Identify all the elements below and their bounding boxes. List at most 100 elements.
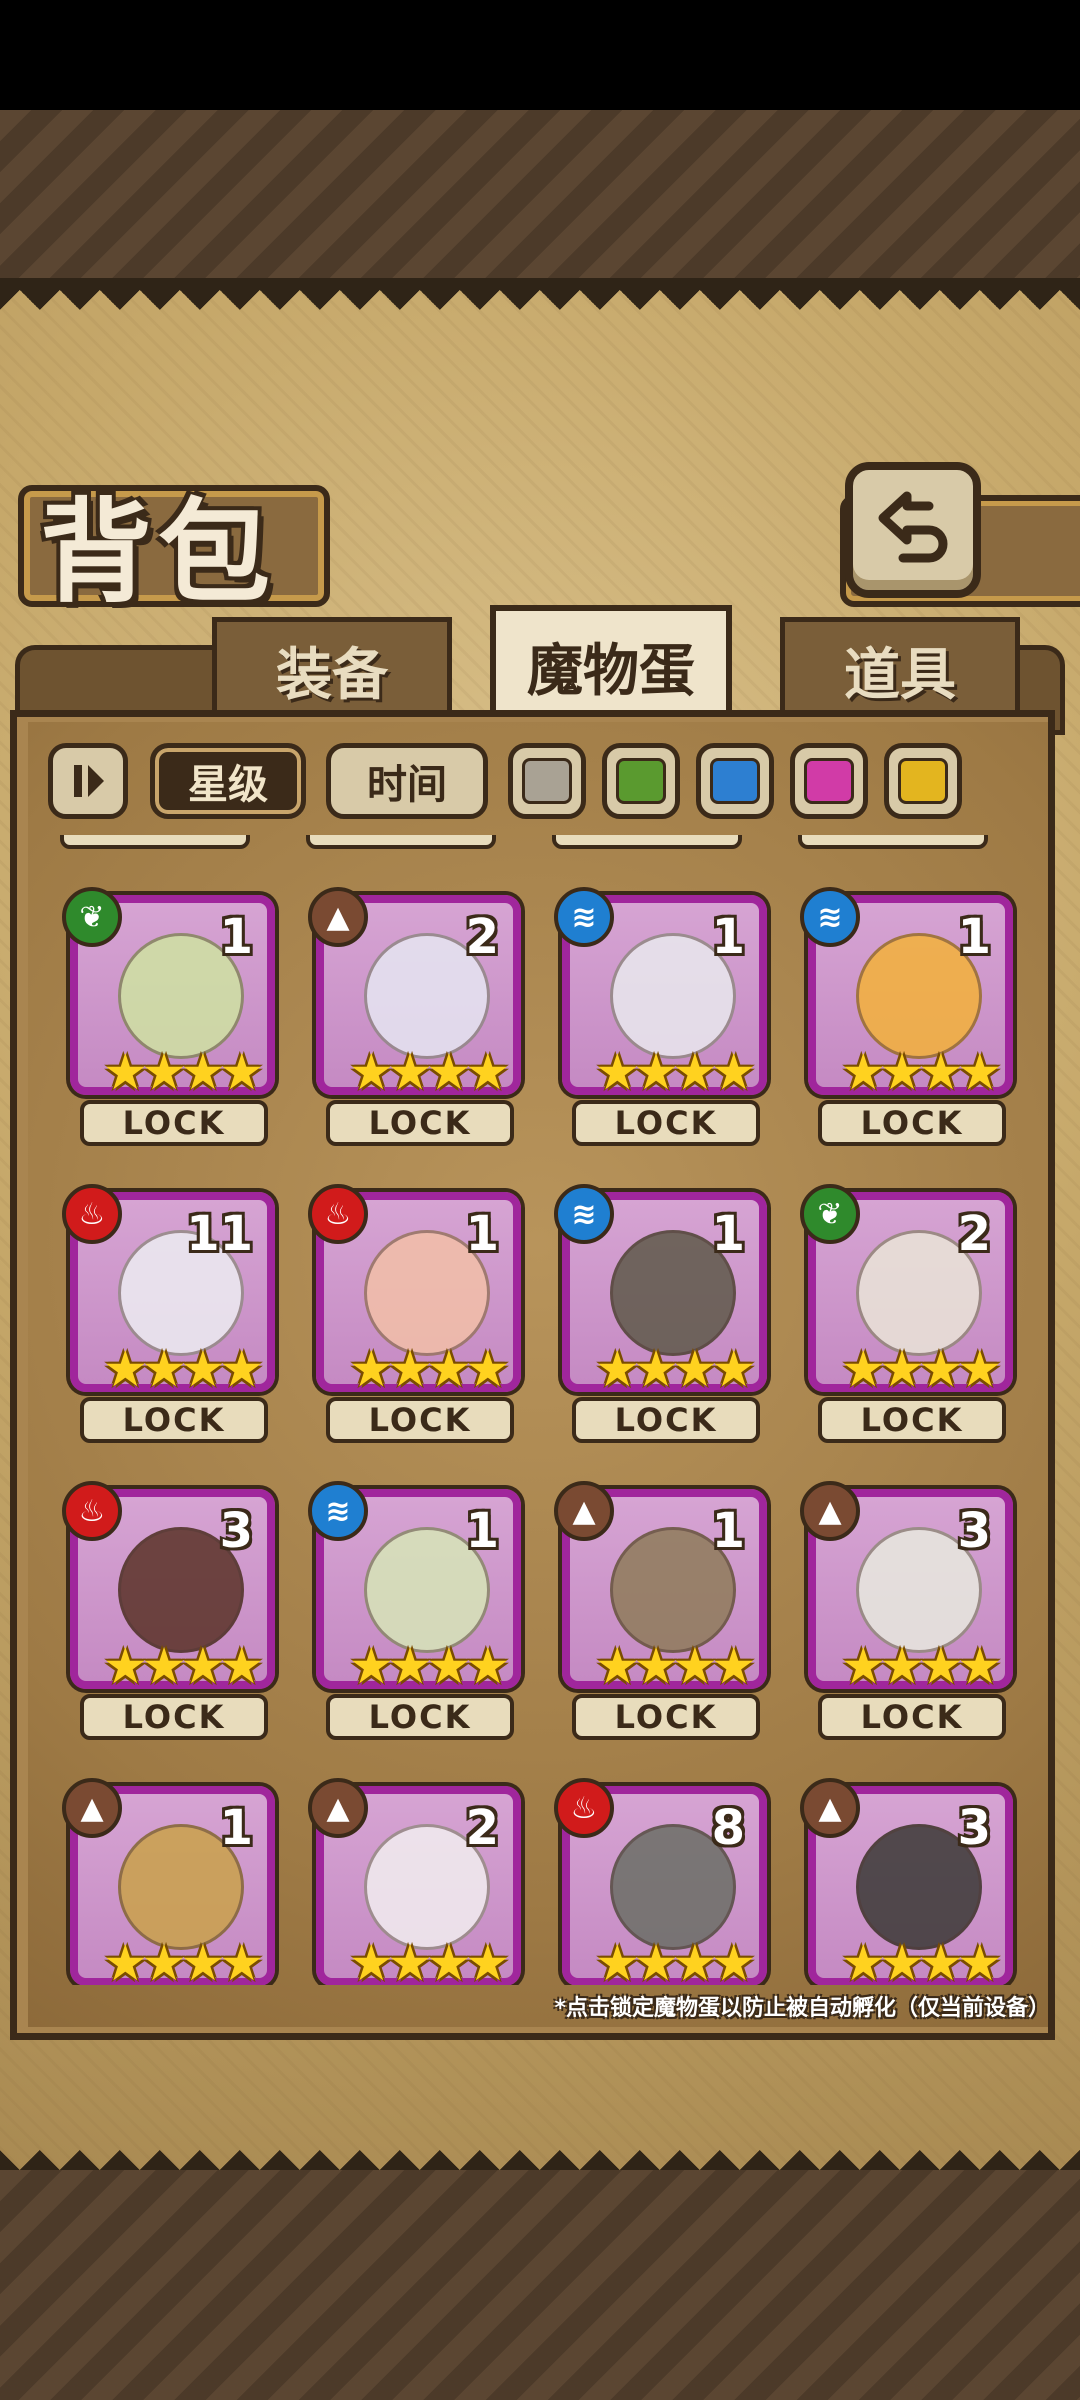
earth-element-icon: ▲: [800, 1481, 860, 1541]
zigzag-bottom-border: [0, 2130, 1080, 2170]
color-swatch: [522, 758, 572, 804]
egg-count: 1: [711, 909, 745, 965]
lock-button-partial[interactable]: [60, 835, 250, 849]
star-rating: ★★★★: [102, 1637, 264, 1695]
lock-button-partial[interactable]: [798, 835, 988, 849]
fire-element-icon: ♨: [308, 1184, 368, 1244]
egg-card[interactable]: 1 ★★★★ ≋ LOCK: [554, 1184, 767, 1443]
lock-button[interactable]: LOCK: [818, 1694, 1006, 1740]
back-button[interactable]: [845, 462, 981, 598]
star-rating: ★★★★: [594, 1934, 756, 1985]
star-rating: ★★★★: [840, 1340, 1002, 1398]
color-swatch: [804, 758, 854, 804]
star-rating: ★★★★: [348, 1340, 510, 1398]
color-swatch: [710, 758, 760, 804]
leaf-element-icon: ❦: [800, 1184, 860, 1244]
page-title: 背包: [40, 488, 276, 618]
egg-count: 1: [711, 1503, 745, 1559]
tab-items[interactable]: 道具: [780, 617, 1020, 718]
earth-element-icon: ▲: [308, 887, 368, 947]
hint-text: *点击锁定魔物蛋以防止被自动孵化（仅当前设备）: [554, 1996, 1050, 2021]
status-bar: [0, 0, 1080, 110]
water-element-icon: ≋: [554, 1184, 614, 1244]
lock-button-partial[interactable]: [552, 835, 742, 849]
egg-card[interactable]: 1 ★★★★ ▲ LOCK: [554, 1481, 767, 1740]
egg-card[interactable]: 1 ★★★★ ≋ LOCK: [554, 887, 767, 1146]
egg-card[interactable]: 8★★★★♨LOCK: [554, 1778, 767, 1985]
color-filter-button[interactable]: [602, 743, 680, 819]
lock-button[interactable]: LOCK: [572, 1397, 760, 1443]
sort-toggle-icon: [74, 765, 104, 797]
egg-count: 1: [711, 1206, 745, 1262]
color-filter-button[interactable]: [790, 743, 868, 819]
color-filter-button[interactable]: [696, 743, 774, 819]
egg-card[interactable]: 1 ★★★★ ♨ LOCK: [308, 1184, 521, 1443]
star-rating: ★★★★: [594, 1043, 756, 1101]
star-rating: ★★★★: [840, 1637, 1002, 1695]
star-rating: ★★★★: [102, 1340, 264, 1398]
egg-card[interactable]: 1 ★★★★ ❦ LOCK: [62, 887, 275, 1146]
egg-card[interactable]: 2★★★★▲LOCK: [308, 1778, 521, 1985]
lock-button[interactable]: LOCK: [80, 1694, 268, 1740]
top-decor-band: [0, 110, 1080, 290]
egg-card[interactable]: 3★★★★▲LOCK: [800, 1778, 1013, 1985]
egg-card[interactable]: 1 ★★★★ ≋ LOCK: [308, 1481, 521, 1740]
water-element-icon: ≋: [800, 887, 860, 947]
egg-count: 2: [465, 909, 499, 965]
egg-count: 1: [219, 909, 253, 965]
earth-element-icon: ▲: [62, 1778, 122, 1838]
egg-grid: 1 ★★★★ ❦ LOCK 2 ★★★★ ▲ LOCK 1 ★★★★ ≋ LOCK 1 ★★★★ ≋ LOCK…: [48, 835, 1028, 1985]
egg-count: 3: [219, 1503, 253, 1559]
earth-element-icon: ▲: [800, 1778, 860, 1838]
tab-monster-eggs[interactable]: 魔物蛋: [490, 605, 732, 721]
egg-card[interactable]: 3 ★★★★ ♨ LOCK: [62, 1481, 275, 1740]
color-swatch: [898, 758, 948, 804]
sort-by-time-button[interactable]: 时间: [326, 743, 488, 819]
lock-button[interactable]: LOCK: [80, 1100, 268, 1146]
egg-card[interactable]: 11 ★★★★ ♨ LOCK: [62, 1184, 275, 1443]
lock-button[interactable]: LOCK: [326, 1694, 514, 1740]
egg-count: 3: [957, 1800, 991, 1856]
lock-button[interactable]: LOCK: [818, 1397, 1006, 1443]
star-rating: ★★★★: [594, 1637, 756, 1695]
color-filter-button[interactable]: [508, 743, 586, 819]
egg-card[interactable]: 1 ★★★★ ≋ LOCK: [800, 887, 1013, 1146]
lock-button[interactable]: LOCK: [326, 1100, 514, 1146]
lock-button[interactable]: LOCK: [326, 1397, 514, 1443]
lock-button[interactable]: LOCK: [572, 1100, 760, 1146]
egg-card[interactable]: 2 ★★★★ ❦ LOCK: [800, 1184, 1013, 1443]
lock-button[interactable]: LOCK: [818, 1100, 1006, 1146]
leaf-element-icon: ❦: [62, 887, 122, 947]
star-rating: ★★★★: [348, 1637, 510, 1695]
egg-count: 1: [465, 1206, 499, 1262]
star-rating: ★★★★: [840, 1934, 1002, 1985]
water-element-icon: ≋: [308, 1481, 368, 1541]
color-filter-button[interactable]: [884, 743, 962, 819]
water-element-icon: ≋: [554, 887, 614, 947]
sort-by-star-button[interactable]: 星级: [150, 743, 306, 819]
star-rating: ★★★★: [348, 1934, 510, 1985]
lock-button-partial[interactable]: [306, 835, 496, 849]
bottom-decor-band: [0, 2170, 1080, 2400]
lock-button[interactable]: LOCK: [572, 1694, 760, 1740]
zigzag-top-border: [0, 290, 1080, 330]
egg-count: 1: [219, 1800, 253, 1856]
star-rating: ★★★★: [840, 1043, 1002, 1101]
earth-element-icon: ▲: [554, 1481, 614, 1541]
egg-count: 2: [465, 1800, 499, 1856]
egg-count: 2: [957, 1206, 991, 1262]
egg-count: 3: [957, 1503, 991, 1559]
fire-element-icon: ♨: [62, 1184, 122, 1244]
egg-card[interactable]: 1★★★★▲LOCK: [62, 1778, 275, 1985]
tab-equipment[interactable]: 装备: [212, 617, 452, 718]
lock-button[interactable]: LOCK: [80, 1397, 268, 1443]
star-rating: ★★★★: [348, 1043, 510, 1101]
egg-count: 8: [711, 1800, 745, 1856]
egg-card[interactable]: 3 ★★★★ ▲ LOCK: [800, 1481, 1013, 1740]
egg-count: 1: [465, 1503, 499, 1559]
fire-element-icon: ♨: [554, 1778, 614, 1838]
star-rating: ★★★★: [594, 1340, 756, 1398]
egg-card[interactable]: 2 ★★★★ ▲ LOCK: [308, 887, 521, 1146]
star-rating: ★★★★: [102, 1934, 264, 1985]
sort-toggle-button[interactable]: [48, 743, 128, 819]
